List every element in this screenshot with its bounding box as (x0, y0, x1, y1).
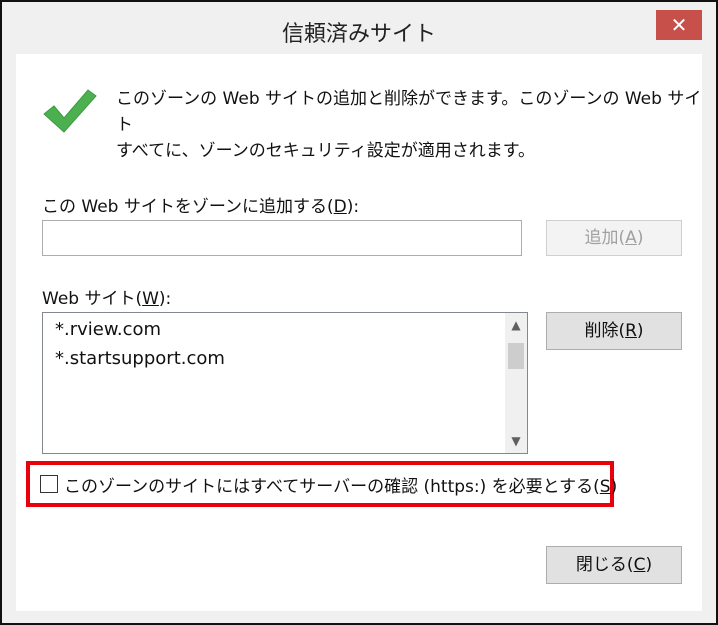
add-site-label-suffix: ): (346, 197, 360, 217)
close-button-suffix: ) (645, 555, 653, 575)
add-site-label-text: この Web サイトをゾーンに追加する( (42, 197, 334, 217)
close-button[interactable]: 閉じる(C) (546, 546, 682, 584)
dialog-window: 信頼済みサイト ✕ このゾーンの Web サイトの追加と削除ができます。このゾー… (0, 0, 718, 625)
require-https-checkbox[interactable] (40, 475, 58, 493)
checkmark-icon (43, 89, 97, 133)
vertical-scrollbar[interactable]: ▲ ▼ (505, 313, 527, 453)
add-button-accesskey: A (625, 228, 637, 248)
scroll-down-icon[interactable]: ▼ (505, 431, 527, 451)
close-button-accesskey: C (633, 555, 646, 575)
websites-label-text: Web サイト( (42, 289, 143, 309)
add-site-input[interactable] (42, 220, 522, 256)
remove-button-accesskey: R (625, 321, 637, 341)
add-button[interactable]: 追加(A) (546, 220, 682, 256)
description-line-2: すべてに、ゾーンのセキュリティ設定が適用されます。 (116, 141, 536, 161)
remove-button-suffix: ) (636, 321, 644, 341)
description-line-1: このゾーンの Web サイトの追加と削除ができます。このゾーンの Web サイト (116, 89, 702, 135)
scroll-thumb[interactable] (508, 343, 524, 369)
require-https-label[interactable]: このゾーンのサイトにはすべてサーバーの確認 (https:) を必要とする(S) (64, 472, 617, 497)
websites-list[interactable]: *.rview.com *.startsupport.com ▲ ▼ (42, 312, 528, 454)
websites-accesskey: W (142, 289, 159, 309)
close-window-button[interactable]: ✕ (656, 10, 702, 40)
add-site-label: この Web サイトをゾーンに追加する(D): (42, 192, 359, 217)
add-button-text: 追加( (584, 228, 626, 248)
add-button-suffix: ) (636, 228, 644, 248)
title-bar[interactable]: 信頼済みサイト ✕ (2, 2, 716, 54)
list-item[interactable]: *.startsupport.com (55, 348, 225, 369)
websites-label: Web サイト(W): (42, 284, 171, 309)
window-title: 信頼済みサイト (281, 22, 436, 47)
remove-button-text: 削除( (584, 321, 626, 341)
websites-label-suffix: ): (158, 289, 172, 309)
close-button-text: 閉じる( (575, 555, 634, 575)
dialog-body: このゾーンの Web サイトの追加と削除ができます。このゾーンの Web サイト… (16, 54, 702, 611)
require-https-accesskey: S (599, 477, 611, 497)
require-https-label-suffix: ) (610, 477, 618, 497)
remove-button[interactable]: 削除(R) (546, 312, 682, 350)
list-item[interactable]: *.rview.com (55, 319, 161, 340)
add-site-accesskey: D (333, 197, 347, 217)
zone-description: このゾーンの Web サイトの追加と削除ができます。このゾーンの Web サイト… (116, 86, 702, 164)
require-https-label-text: このゾーンのサイトにはすべてサーバーの確認 (https:) を必要とする( (64, 477, 600, 497)
scroll-up-icon[interactable]: ▲ (505, 315, 527, 335)
